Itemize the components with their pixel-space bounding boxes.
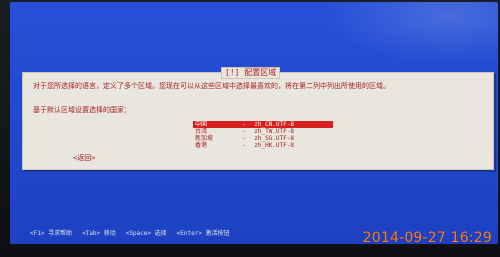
locale-code: zh_TW.UTF-8 <box>254 128 294 135</box>
help-space: <Space> 选择 <box>125 230 167 237</box>
locale-separator: - <box>242 142 247 149</box>
locale-code: zh_HK.UTF-8 <box>254 142 294 149</box>
locale-list[interactable]: 中国 - zh_CN.UTF-8 台湾 - zh_TW.UTF-8 新加坡 - … <box>193 121 333 149</box>
locale-item-singapore[interactable]: 新加坡 - zh_SG.UTF-8 <box>193 135 333 142</box>
locale-item-china[interactable]: 中国 - zh_CN.UTF-8 <box>193 121 333 128</box>
locale-country-name: 中国 <box>195 121 208 128</box>
dialog-prompt: 基于默认区域设置选择的国家： <box>33 106 131 114</box>
dialog-title: [!] 配置区域 <box>221 67 281 79</box>
locale-separator: - <box>242 135 247 142</box>
help-enter: <Enter> 激活按钮 <box>176 230 230 237</box>
locale-country-name: 台湾 <box>195 128 208 135</box>
locale-dialog: [!] 配置区域 对于您所选择的语言，定义了多个区域。您现在可以从这些区域中选择… <box>22 67 494 170</box>
locale-country-name: 香港 <box>195 142 208 149</box>
locale-code: zh_SG.UTF-8 <box>254 135 294 142</box>
locale-code: zh_CN.UTF-8 <box>254 121 294 128</box>
locale-separator: - <box>242 128 247 135</box>
locale-country-name: 新加坡 <box>195 135 214 142</box>
back-button[interactable]: <返回> <box>73 154 95 163</box>
locale-item-taiwan[interactable]: 台湾 - zh_TW.UTF-8 <box>193 128 333 135</box>
locale-item-hongkong[interactable]: 香港 - zh_HK.UTF-8 <box>193 142 333 149</box>
locale-separator: - <box>242 121 247 128</box>
photo-timestamp: 2014-09-27 16:29 <box>362 230 492 246</box>
help-f1: <F1> 寻求帮助 <box>30 230 73 237</box>
screen-glare <box>302 2 498 72</box>
installer-screen: [!] 配置区域 对于您所选择的语言，定义了多个区域。您现在可以从这些区域中选择… <box>10 2 498 244</box>
dialog-instructions: 对于您所选择的语言，定义了多个区域。您现在可以从这些区域中选择最喜欢的，将在第二… <box>33 82 390 90</box>
help-tab: <Tab> 移动 <box>82 230 116 237</box>
